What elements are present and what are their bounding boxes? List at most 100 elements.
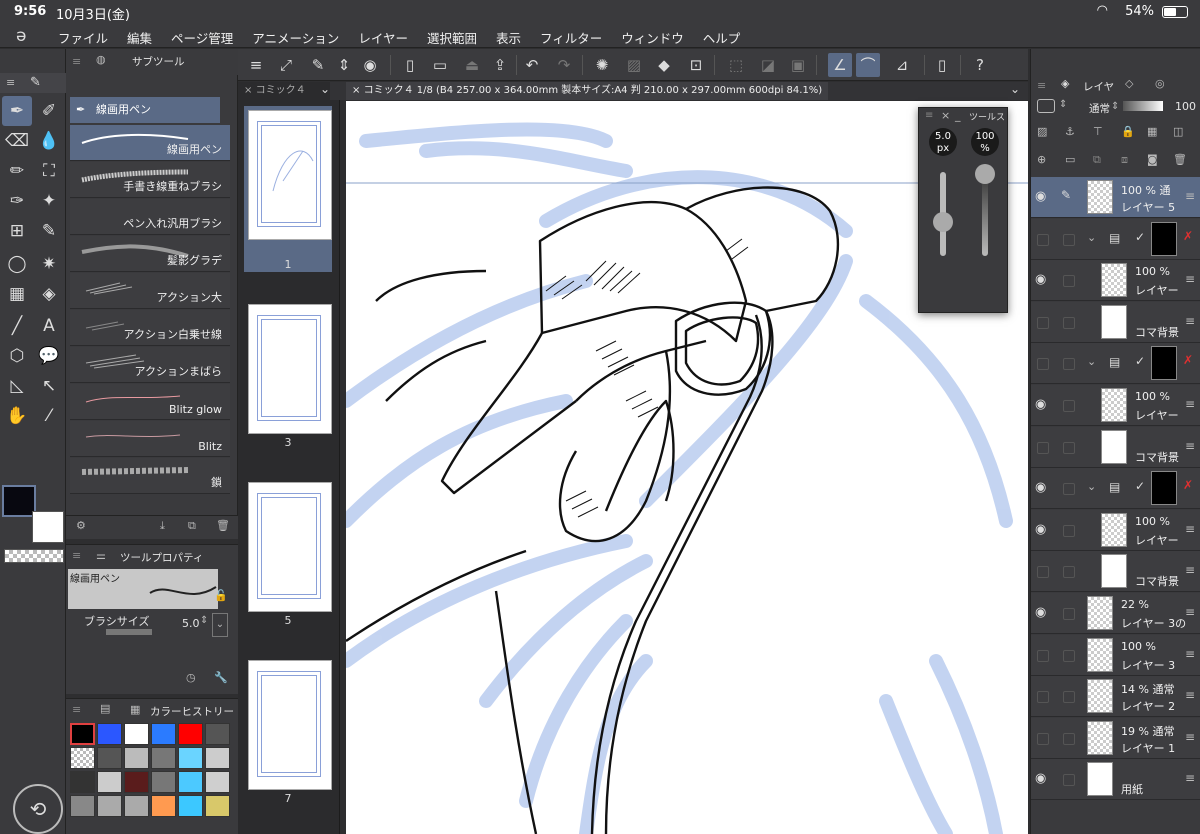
- menu-layer[interactable]: レイヤー: [358, 28, 408, 47]
- color-history-swatch[interactable]: [124, 795, 149, 817]
- navigator-icon[interactable]: ◎: [1155, 77, 1165, 90]
- visibility-toggle[interactable]: [1037, 649, 1049, 662]
- duplicate-icon[interactable]: ⧉: [188, 519, 196, 533]
- pencil-tool-icon[interactable]: ✏: [2, 156, 32, 186]
- deselect-icon[interactable]: ⬚: [724, 53, 748, 77]
- color-history-swatch[interactable]: [205, 723, 230, 745]
- canvas-tab-short[interactable]: × コミック４: [238, 82, 330, 100]
- new-raster-layer-icon[interactable]: ⊕: [1037, 153, 1046, 166]
- layer-row[interactable]: コマ背景 ≡: [1031, 426, 1200, 468]
- color-history-swatch[interactable]: [178, 795, 203, 817]
- blend-tool-icon[interactable]: 💧: [34, 126, 64, 156]
- grip-icon[interactable]: ≡: [925, 110, 933, 121]
- layer-folder-row[interactable]: ⌄ ▤ ✓ ✗: [1031, 218, 1200, 260]
- layer-menu-icon[interactable]: ≡: [1185, 563, 1195, 577]
- lock-icon[interactable]: 🔒: [1121, 125, 1135, 138]
- minimize-icon[interactable]: _: [955, 109, 961, 122]
- visibility-toggle[interactable]: [1037, 566, 1049, 579]
- visibility-eye-icon[interactable]: ◉: [1035, 522, 1046, 537]
- grip-icon[interactable]: ≡: [6, 76, 15, 89]
- visibility-toggle[interactable]: [1037, 233, 1049, 246]
- lock-toggle[interactable]: [1063, 400, 1075, 412]
- brush-icon[interactable]: ✎: [30, 75, 41, 90]
- color-history-swatch[interactable]: [97, 795, 122, 817]
- check-icon[interactable]: ✓: [1135, 230, 1145, 244]
- layer-row[interactable]: ◉ ✎ 100 % 通レイヤー 5 ≡: [1031, 177, 1200, 218]
- menu-selection[interactable]: 選択範囲: [427, 28, 477, 47]
- visibility-eye-icon[interactable]: ◉: [1035, 397, 1046, 412]
- airbrush-tool-icon[interactable]: ⛶: [34, 156, 64, 186]
- visibility-eye-icon[interactable]: ◉: [1035, 605, 1046, 620]
- color-history-swatch[interactable]: [70, 795, 95, 817]
- crop-icon[interactable]: ▣: [786, 53, 810, 77]
- layer-tab-label[interactable]: レイヤ: [1083, 79, 1114, 94]
- chevron-down-icon[interactable]: ⌄: [1087, 355, 1096, 368]
- color-history-swatch[interactable]: [97, 723, 122, 745]
- balloon-tool-icon[interactable]: 💬: [34, 341, 64, 371]
- lock-toggle[interactable]: [1063, 483, 1075, 496]
- visibility-toggle[interactable]: [1037, 316, 1049, 329]
- hamburger-icon[interactable]: ≡: [244, 53, 268, 77]
- sub-color-swatch[interactable]: [32, 511, 64, 543]
- loading-icon[interactable]: ✺: [590, 53, 614, 77]
- chevron-down-icon[interactable]: ⌄: [1087, 480, 1096, 493]
- layer-row[interactable]: ◉ 22 % レイヤー 3の ≡: [1031, 593, 1200, 634]
- delete-layer-icon[interactable]: 🗑: [1173, 153, 1187, 166]
- grid-tool-icon[interactable]: ⊞: [2, 216, 32, 246]
- correct-line-icon[interactable]: ✎: [34, 216, 64, 246]
- lock-toggle[interactable]: [1063, 316, 1075, 329]
- tab-icon[interactable]: ◍: [96, 53, 106, 66]
- layer-menu-icon[interactable]: ≡: [1185, 771, 1195, 785]
- color-history-swatch[interactable]: [70, 723, 95, 745]
- smartphone-icon[interactable]: ▯: [930, 53, 954, 77]
- brush-item[interactable]: ペン入れ汎用ブラシ: [70, 199, 230, 235]
- layer-menu-icon[interactable]: ≡: [1185, 647, 1195, 661]
- color-history-swatch[interactable]: [70, 747, 95, 769]
- blend-mode-icon[interactable]: [1037, 99, 1055, 113]
- blend-mode-label[interactable]: 通常: [1089, 101, 1110, 116]
- edit-target-icon[interactable]: ✎: [1061, 188, 1071, 202]
- menu-help[interactable]: ヘルプ: [703, 28, 741, 47]
- menu-page[interactable]: ページ管理: [171, 28, 233, 47]
- lock-toggle[interactable]: [1063, 691, 1075, 704]
- layer-row[interactable]: 19 % 通常 レイヤー 1 ≡: [1031, 717, 1200, 759]
- lock-toggle[interactable]: [1063, 649, 1075, 662]
- brush-size-value[interactable]: 5.0: [182, 617, 200, 630]
- color-history-swatch[interactable]: [97, 771, 122, 793]
- import-icon[interactable]: ⤓: [160, 519, 165, 533]
- check-icon[interactable]: ✓: [1135, 354, 1145, 368]
- quick-access-icon[interactable]: ⟲: [13, 784, 63, 834]
- color-history-swatch[interactable]: [178, 771, 203, 793]
- save-icon[interactable]: ⏏: [460, 53, 484, 77]
- brush-item[interactable]: アクション大: [70, 273, 230, 309]
- close-tab-icon[interactable]: ×: [244, 85, 252, 96]
- decoration-tool-icon[interactable]: ✦: [34, 186, 64, 216]
- layer-property-icon[interactable]: ◇: [1125, 77, 1133, 90]
- history-icon[interactable]: ◷: [186, 671, 196, 684]
- visibility-eye-icon[interactable]: ◉: [1035, 771, 1046, 786]
- canvas-tab-active[interactable]: × コミック４ 1/8 (B4 257.00 x 364.00mm 製本サイズ:…: [346, 82, 828, 100]
- fill-bucket-icon[interactable]: ◈: [34, 279, 64, 309]
- brush-size-slider[interactable]: [106, 629, 152, 635]
- visibility-eye-icon[interactable]: ◉: [1035, 189, 1046, 204]
- brush-item[interactable]: 手書き線重ねブラシ: [70, 162, 230, 198]
- clear-icon[interactable]: ▨: [622, 53, 646, 77]
- layer-row[interactable]: コマ背景 ≡: [1031, 301, 1200, 343]
- visibility-toggle[interactable]: [1037, 691, 1049, 704]
- close-icon[interactable]: ×: [941, 109, 950, 122]
- export-icon[interactable]: ⇪: [488, 53, 512, 77]
- layer-row[interactable]: ◉ 100 % レイヤー ≡: [1031, 385, 1200, 426]
- stepper-icon[interactable]: ⇕: [200, 615, 208, 626]
- magic-wand-icon[interactable]: ✷: [34, 249, 64, 279]
- mask-disabled-icon[interactable]: ✗: [1183, 478, 1193, 492]
- lock-toggle[interactable]: [1063, 732, 1075, 745]
- layer-row[interactable]: ◉ 100 % レイヤー ≡: [1031, 509, 1200, 551]
- mask-disabled-icon[interactable]: ✗: [1183, 229, 1193, 243]
- grip-icon[interactable]: ≡: [72, 549, 81, 562]
- brush-group-header[interactable]: ✒ 線画用ペン: [70, 97, 220, 123]
- layer-row[interactable]: ◉ 用紙 ≡: [1031, 759, 1200, 801]
- color-history-swatch[interactable]: [124, 771, 149, 793]
- chevron-updown-icon[interactable]: ⇕: [332, 53, 356, 77]
- new-file-icon[interactable]: ▯: [398, 53, 422, 77]
- main-color-swatch[interactable]: [2, 485, 36, 517]
